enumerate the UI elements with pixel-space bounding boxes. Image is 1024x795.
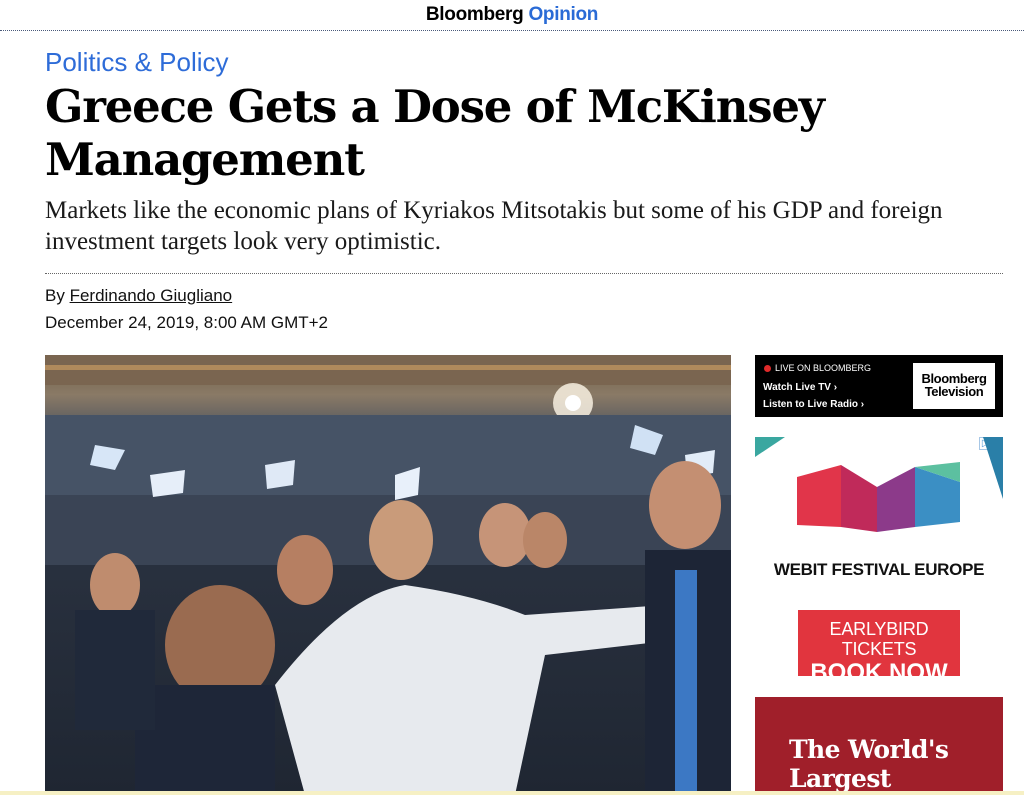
masthead: Bloomberg Opinion bbox=[0, 0, 1024, 31]
brand-main: Bloomberg bbox=[425, 4, 524, 25]
watch-live-tv-label: Watch Live TV bbox=[763, 382, 831, 393]
brand-sub: Opinion bbox=[528, 4, 599, 25]
section-kicker-link[interactable]: Politics & Policy bbox=[45, 47, 229, 78]
byline: By Ferdinando Giugliano bbox=[45, 286, 232, 306]
live-label: LIVE ON BLOOMBERG bbox=[775, 363, 872, 373]
bloomberg-television-logo[interactable]: Bloomberg Television bbox=[913, 363, 995, 409]
cta-line2: BOOK NOW bbox=[810, 659, 948, 686]
article-dek: Markets like the economic plans of Kyria… bbox=[45, 197, 943, 255]
bottom-strip bbox=[0, 791, 1024, 795]
book-now-button[interactable]: EARLYBIRD TICKETS BOOK NOW bbox=[798, 610, 960, 686]
listen-live-radio-link[interactable]: Listen to Live Radio › bbox=[763, 399, 864, 410]
ad-title: WEBIT FESTIVAL EUROPE bbox=[773, 560, 985, 579]
hero-photo bbox=[45, 355, 731, 795]
live-dot-icon bbox=[764, 365, 771, 372]
author-link[interactable]: Ferdinando Giugliano bbox=[70, 286, 233, 305]
header-divider bbox=[45, 273, 1003, 274]
chevron-right-icon: › bbox=[860, 399, 865, 410]
article-headline: Greece Gets a Dose of McKinsey Managemen… bbox=[45, 80, 825, 186]
cta-line1: EARLYBIRD TICKETS bbox=[829, 619, 929, 659]
chevron-right-icon: › bbox=[833, 382, 838, 393]
webit-logo-mark bbox=[755, 437, 1003, 532]
dateline: December 24, 2019, 8:00 AM GMT+2 bbox=[45, 313, 329, 332]
ad-promo-text: The World's Largest bbox=[789, 735, 949, 793]
hero-photo-illustration bbox=[45, 355, 731, 795]
advertisement[interactable]: ▷✕ WEBIT FESTIVAL EUROPE EARLYBIRD TICKE… bbox=[755, 437, 1003, 795]
listen-live-radio-label: Listen to Live Radio bbox=[763, 399, 859, 410]
watch-live-tv-link[interactable]: Watch Live TV › bbox=[763, 382, 837, 393]
byline-prefix: By bbox=[45, 286, 65, 305]
bloomberg-opinion-logo[interactable]: Bloomberg Opinion bbox=[425, 4, 599, 26]
tv-logo-line2: Television bbox=[924, 384, 984, 399]
ad-promo-panel[interactable]: The World's Largest bbox=[755, 697, 1003, 795]
